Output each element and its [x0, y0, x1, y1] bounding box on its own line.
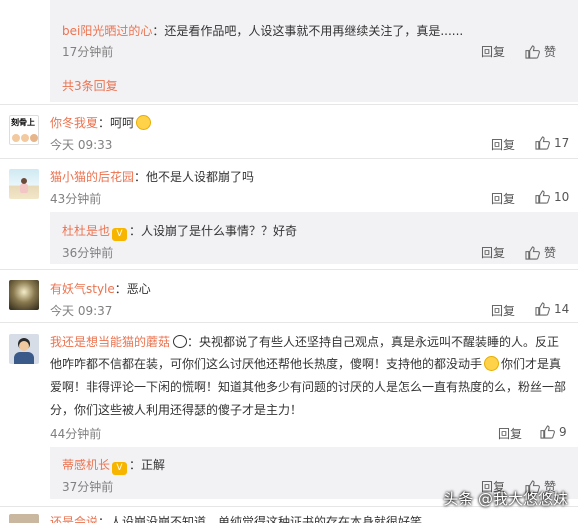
smile-emoji-icon — [136, 115, 152, 130]
divider — [0, 158, 578, 159]
reply-button[interactable]: 回复 — [481, 244, 505, 261]
like-button[interactable]: 17 — [535, 136, 569, 150]
like-label: 赞 — [544, 45, 557, 59]
vip-badge-icon: V — [112, 228, 128, 241]
comment-author-link[interactable]: 还是会说 — [50, 515, 98, 523]
divider — [0, 269, 578, 270]
reply-timestamp: 17分钟前 — [62, 45, 114, 59]
reply-button[interactable]: 回复 — [491, 302, 515, 319]
like-count: 10 — [554, 190, 570, 204]
comment-author-link[interactable]: 我还是想当能猫的蘑菇 — [50, 335, 170, 349]
more-replies-link[interactable]: 共3条回复 — [62, 77, 118, 94]
thumbs-up-icon — [535, 136, 550, 150]
comment-author-link[interactable]: 有妖气style — [50, 282, 115, 296]
reply-timestamp: 37分钟前 — [62, 480, 114, 494]
like-button[interactable]: 赞 — [525, 244, 556, 261]
comment-timestamp: 44分钟前 — [50, 427, 102, 441]
avatar[interactable] — [9, 280, 39, 310]
thumbs-up-icon — [535, 190, 550, 204]
comment-text-line-2: 他咋咋都不信都在装，可你们这么讨厌他还帮他长热度，傻啊！支持他的都没动手 你们才是… — [50, 353, 561, 375]
like-count: 9 — [559, 425, 567, 439]
divider — [0, 322, 578, 323]
reply-author-link[interactable]: bei阳光晒过的心 — [62, 24, 152, 38]
reply-button[interactable]: 回复 — [491, 136, 515, 153]
reply-text: ：还是看作品吧，人设这事就不用再继续关注了，真是...... — [152, 24, 464, 38]
thumbs-up-icon — [525, 245, 540, 260]
comment-timestamp: 今天 09:33 — [50, 138, 113, 152]
comment-text-line-3: 爱啊！非得评论一下闲的慌啊！知道其他多少有问题的讨厌的人是怎么一直有热度的么，粉… — [50, 380, 567, 394]
avatar[interactable] — [9, 514, 39, 523]
reply-button[interactable]: 回复 — [498, 425, 522, 442]
grin-emoji-icon — [484, 356, 500, 371]
comment-timestamp: 43分钟前 — [50, 192, 102, 206]
comment-author-link[interactable]: 猫小猫的后花园 — [50, 170, 134, 184]
panda-emoji-icon — [173, 335, 188, 348]
reply-item: 蒂感机长 V ：正解 — [62, 456, 165, 475]
comment-content: 猫小猫的后花园：他不是人设都崩了吗 — [50, 168, 254, 185]
comment-text: ：恶心 — [114, 282, 151, 296]
comment-author-link[interactable]: 你冬我夏 — [50, 116, 98, 130]
reply-author-link[interactable]: 杜杜是也 — [62, 224, 110, 238]
reply-item: 杜杜是也 V ：人设崩了是什么事情？？好奇 — [62, 222, 297, 241]
reply-text: ：人设崩了是什么事情？？好奇 — [129, 224, 298, 238]
like-count: 14 — [554, 302, 570, 316]
thumbs-up-icon — [540, 425, 555, 439]
comment-text: ：呵呵 — [98, 116, 135, 130]
thumbs-up-icon — [525, 44, 540, 59]
comment-text: ：他不是人设都崩了吗 — [134, 170, 255, 184]
avatar[interactable]: 刻骨上 — [9, 115, 39, 145]
reply-button[interactable]: 回复 — [491, 190, 515, 207]
thumbs-up-icon — [535, 302, 550, 316]
vip-badge-icon: V — [112, 462, 128, 475]
avatar[interactable] — [9, 169, 39, 199]
comment-content: 我还是想当能猫的蘑菇 ：央视都说了有些人还坚持自己观点，真是永远叫不醒装睡的人。反… — [50, 331, 559, 353]
avatar-text: 刻骨上 — [11, 118, 35, 127]
comment-text: 你们才是真 — [501, 357, 562, 371]
comment-text-line-4: 分，你们这些被人利用还得瑟的傻子才是主力！ — [50, 403, 303, 417]
reply-button[interactable]: 回复 — [481, 43, 505, 60]
like-label: 赞 — [544, 246, 557, 260]
avatar[interactable] — [9, 334, 39, 364]
comment-content: 有妖气style：恶心 — [50, 280, 151, 297]
divider — [0, 104, 578, 105]
watermark: 头条 @我大悠悠妹 — [443, 490, 568, 508]
reply-author-link[interactable]: 蒂感机长 — [62, 458, 110, 472]
like-count: 17 — [554, 136, 570, 150]
like-button[interactable]: 14 — [535, 302, 569, 316]
comment-text: ：人设崩没崩不知道，单纯觉得这种证书的存在本身就很好笑 — [98, 515, 423, 523]
comment-text: 他咋咋都不信都在装，可你们这么讨厌他还帮他长热度，傻啊！支持他的都没动手 — [50, 357, 483, 371]
comment-text-line-1: ：央视都说了有些人还坚持自己观点，真是永远叫不醒装睡的人。反正 — [187, 335, 560, 349]
comment-timestamp: 今天 09:37 — [50, 304, 113, 318]
reply-timestamp: 36分钟前 — [62, 246, 114, 260]
reply-item: bei阳光晒过的心：还是看作品吧，人设这事就不用再继续关注了，真是...... — [62, 22, 463, 39]
reply-text: ：正解 — [129, 458, 166, 472]
comment-content: 还是会说：人设崩没崩不知道，单纯觉得这种证书的存在本身就很好笑 — [50, 513, 422, 523]
like-button[interactable]: 9 — [540, 425, 567, 439]
comment-content: 你冬我夏：呵呵 — [50, 114, 152, 131]
like-button[interactable]: 赞 — [525, 43, 556, 60]
like-button[interactable]: 10 — [535, 190, 569, 204]
